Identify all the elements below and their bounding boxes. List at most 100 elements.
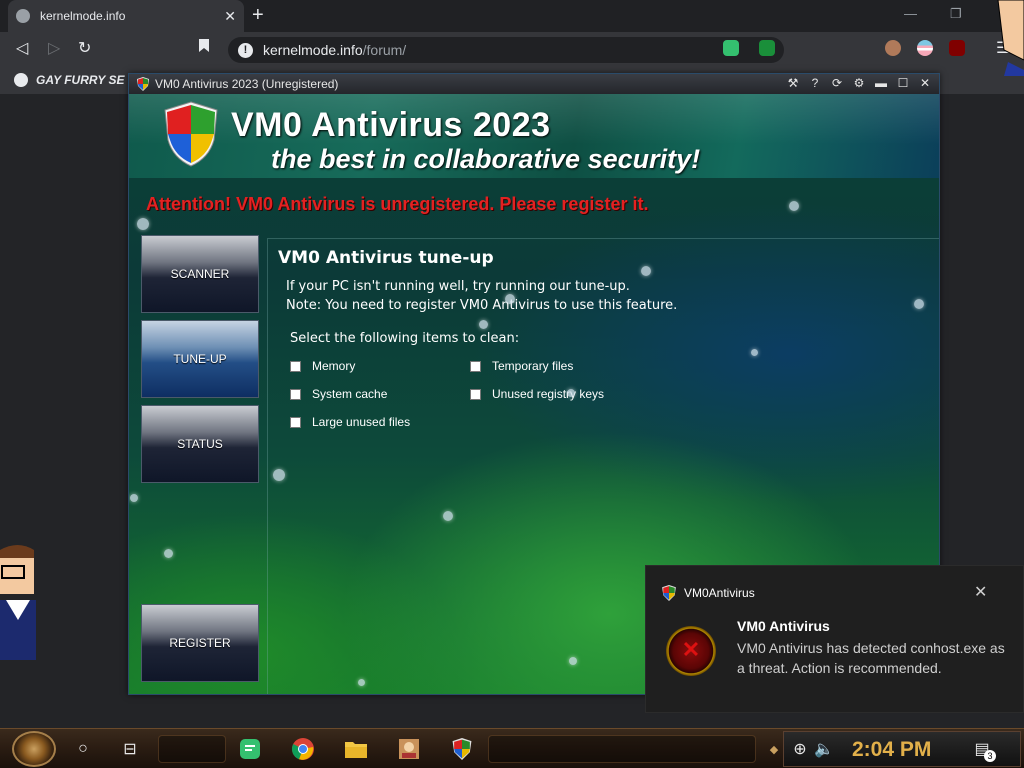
bubble-decoration: [164, 549, 173, 558]
file-explorer-icon[interactable]: [344, 737, 368, 761]
toast-message: VM0 Antivirus has detected conhost.exe a…: [737, 640, 1005, 676]
chat-app-icon[interactable]: [238, 737, 262, 761]
unregistered-warning: Attention! VM0 Antivirus is unregistered…: [146, 194, 649, 214]
reload-icon[interactable]: ↻: [78, 38, 91, 58]
threat-notification-toast[interactable]: VM0Antivirus ✕ ✕ VM0 Antivirus VM0 Antiv…: [645, 565, 1024, 713]
nav-status-button[interactable]: STATUS: [141, 405, 259, 483]
forward-icon[interactable]: ▷: [48, 38, 60, 58]
task-view-icon[interactable]: ⊟: [118, 737, 142, 761]
checkbox-label: Large unused files: [312, 415, 411, 429]
select-items-label: Select the following items to clean:: [290, 331, 520, 346]
bookmark-icon[interactable]: [198, 38, 210, 58]
vm0-antivirus-taskbar-icon[interactable]: [450, 737, 474, 761]
checkbox-label: Temporary files: [492, 359, 574, 373]
globe-icon: [16, 9, 30, 23]
bubble-decoration: [751, 349, 758, 356]
checkbox-memory[interactable]: Memory: [290, 359, 355, 373]
restore-icon[interactable]: ❐: [950, 6, 962, 22]
bubble-decoration: [443, 511, 453, 521]
tools-icon[interactable]: ⚒: [785, 76, 801, 90]
bubble-decoration: [505, 294, 515, 304]
minimize-icon[interactable]: —: [904, 6, 917, 21]
checkbox-box[interactable]: [470, 388, 481, 400]
bubble-decoration: [358, 679, 365, 686]
volume-muted-icon[interactable]: 🔈: [812, 737, 836, 761]
bookmark-favicon: [14, 73, 28, 87]
shield-icon: [137, 77, 149, 91]
nav-scanner-button[interactable]: SCANNER: [141, 235, 259, 313]
checkbox-large-unused-files[interactable]: Large unused files: [290, 415, 410, 429]
checkbox-box[interactable]: [290, 360, 301, 372]
cartoon-character-image: [0, 545, 36, 660]
tab-title: kernelmode.info: [40, 9, 126, 23]
close-tab-icon[interactable]: ✕: [224, 8, 236, 25]
search-icon[interactable]: ○: [71, 737, 95, 761]
av-window-title: VM0 Antivirus 2023 (Unregistered): [155, 77, 339, 91]
bubble-decoration: [569, 657, 577, 665]
system-tray: ⊕ 🔈 2:04 PM ▤ 3: [783, 731, 1021, 767]
checkbox-temporary-files[interactable]: Temporary files: [470, 359, 573, 373]
shield-extension-icon[interactable]: [759, 40, 775, 56]
shield-icon: [662, 585, 676, 601]
checkbox-box[interactable]: [290, 388, 301, 400]
chat-extension-icon[interactable]: [723, 40, 739, 56]
url-path: /forum/: [362, 42, 407, 58]
settings-icon[interactable]: ⚙: [851, 76, 867, 90]
tuneup-note: Note: You need to register VM0 Antivirus…: [286, 298, 678, 313]
brand-tagline: the best in collaborative security!: [271, 144, 701, 174]
network-icon[interactable]: ⊕: [788, 737, 812, 761]
bubble-decoration: [641, 266, 651, 276]
start-button[interactable]: [12, 731, 56, 767]
taskbar-slot: [488, 735, 756, 763]
new-tab-button[interactable]: +: [252, 4, 264, 27]
checkbox-unused-registry-keys[interactable]: Unused registry keys: [470, 387, 604, 401]
back-icon[interactable]: ◁: [16, 38, 28, 58]
av-titlebar[interactable]: VM0 Antivirus 2023 (Unregistered) ⚒ ? ⟳ …: [129, 74, 939, 94]
url-host: kernelmode.info: [263, 42, 363, 58]
bubble-decoration: [130, 494, 138, 502]
tuneup-heading: VM0 Antivirus tune-up: [278, 248, 494, 268]
game-app-icon[interactable]: [397, 737, 421, 761]
close-icon[interactable]: ✕: [974, 582, 987, 602]
flag-extension-icon[interactable]: [917, 40, 933, 56]
maximize-icon[interactable]: ☐: [895, 76, 911, 90]
close-icon[interactable]: ✕: [917, 76, 933, 90]
nav-tuneup-button[interactable]: TUNE-UP: [141, 320, 259, 398]
clock[interactable]: 2:04 PM: [852, 738, 931, 762]
taskbar: ○ ⊟ ◆ ⊕ 🔈 2:04 PM ▤ 3: [0, 728, 1024, 768]
brand-title: VM0 Antivirus 2023: [231, 106, 551, 144]
threat-icon: ✕: [666, 626, 716, 676]
bubble-decoration: [479, 320, 488, 329]
toast-app-name: VM0Antivirus: [684, 586, 755, 600]
browser-toolbar: ◁ ▷ ↻ ! kernelmode.info /forum/ ☰: [0, 32, 1024, 66]
checkbox-label: Memory: [312, 359, 356, 373]
checkbox-box[interactable]: [470, 360, 481, 372]
bubble-decoration: [567, 389, 575, 397]
avatar-extension-icon[interactable]: [885, 40, 901, 56]
bubble-decoration: [789, 201, 799, 211]
cartoon-character-image-right: [997, 0, 1024, 76]
bubble-decoration: [137, 218, 149, 230]
toast-title: VM0 Antivirus: [737, 618, 830, 634]
nav-register-button[interactable]: REGISTER: [141, 604, 259, 682]
browser-tabbar: kernelmode.info ✕ + — ❐: [0, 0, 1024, 32]
checkbox-label: System cache: [312, 387, 388, 401]
chrome-icon[interactable]: [291, 737, 315, 761]
info-icon[interactable]: !: [238, 42, 253, 58]
bubble-decoration: [914, 299, 924, 309]
checkbox-label: Unused registry keys: [492, 387, 605, 401]
address-bar[interactable]: ! kernelmode.info /forum/: [228, 37, 784, 63]
bubble-decoration: [273, 469, 285, 481]
bookmark-item[interactable]: GAY FURRY SE: [36, 73, 124, 87]
minimize-icon[interactable]: ▬: [873, 76, 889, 90]
checkbox-box[interactable]: [290, 416, 301, 428]
refresh-icon[interactable]: ⟳: [829, 76, 845, 90]
browser-tab[interactable]: kernelmode.info ✕: [8, 0, 244, 32]
checkbox-system-cache[interactable]: System cache: [290, 387, 387, 401]
notification-badge: 3: [984, 750, 996, 762]
shield-logo-icon: [164, 101, 218, 167]
ublock-icon[interactable]: [949, 40, 965, 56]
help-icon[interactable]: ?: [807, 76, 823, 90]
taskbar-slot: [158, 735, 226, 763]
tuneup-description: If your PC isn't running well, try runni…: [286, 279, 630, 294]
